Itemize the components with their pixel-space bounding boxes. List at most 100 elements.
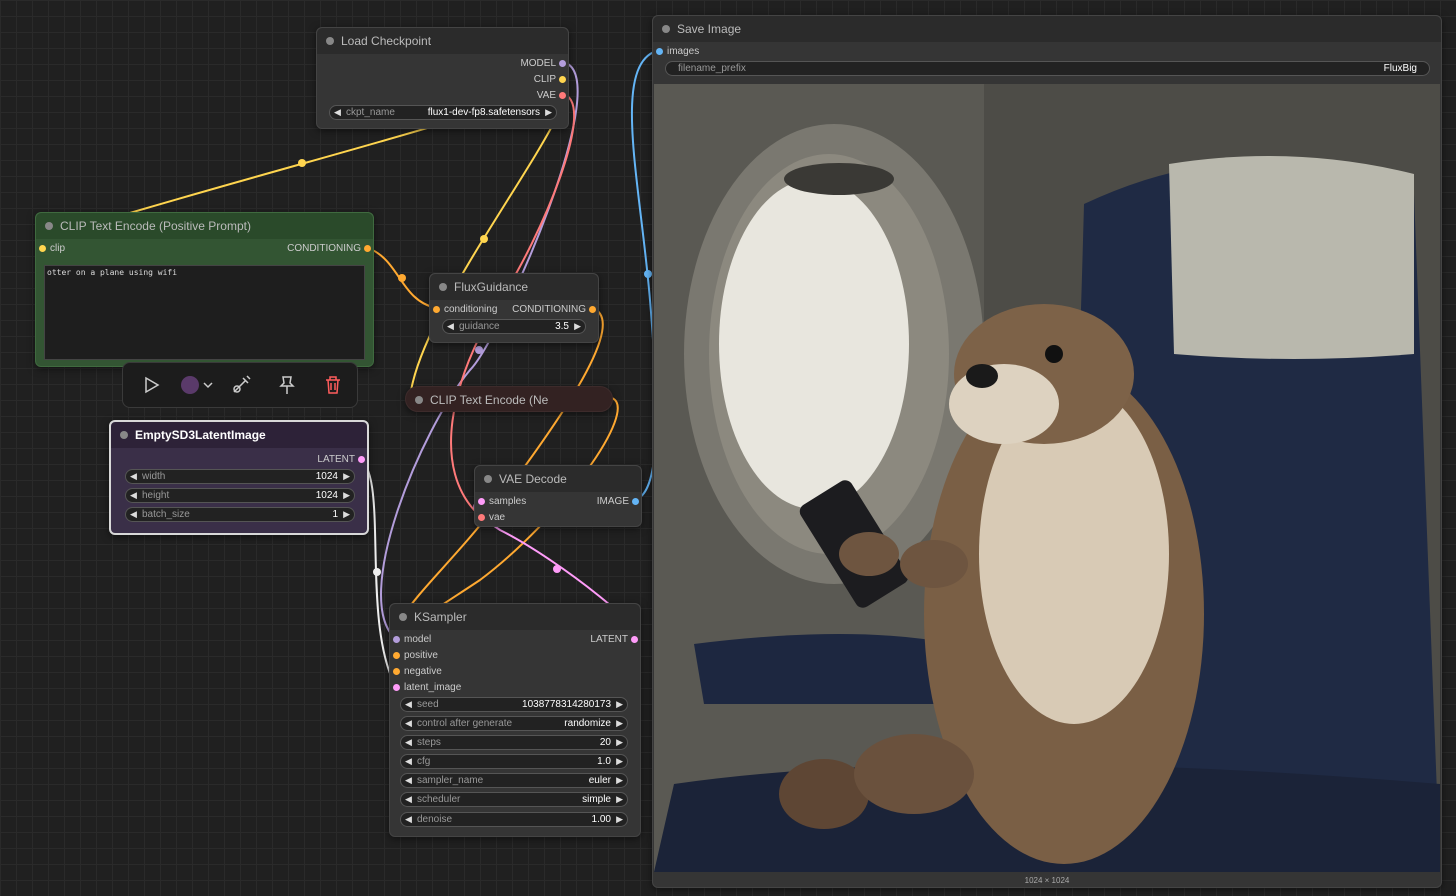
seed-widget[interactable]: ◀ seed 1038778314280173 ▶ [400,697,628,712]
color-picker-button[interactable] [181,376,199,394]
ckpt-name-combo[interactable]: ◀ ckpt_name flux1-dev-fp8.safetensors ▶ [329,105,557,120]
save-image-title: Save Image [677,22,742,36]
positive-slot-icon[interactable] [393,652,400,659]
steps-widget[interactable]: ◀ steps 20 ▶ [400,735,628,750]
scheduler-widget[interactable]: ◀ scheduler simple ▶ [400,792,628,807]
arrow-left-icon[interactable]: ◀ [405,718,412,729]
collapse-dot-icon[interactable] [45,222,53,230]
arrow-right-icon[interactable]: ▶ [616,718,623,729]
empty-latent-title: EmptySD3LatentImage [135,428,266,442]
image-slot-icon[interactable] [632,498,639,505]
output-image-preview[interactable] [654,84,1440,872]
arrow-right-icon[interactable]: ▶ [616,737,623,748]
node-title[interactable]: VAE Decode [475,466,641,492]
width-widget[interactable]: ◀ width 1024 ▶ [125,469,355,484]
flux-guidance-node[interactable]: FluxGuidance conditioning CONDITIONING ◀… [429,273,599,343]
collapse-dot-icon[interactable] [439,283,447,291]
node-title[interactable]: KSampler [390,604,640,630]
guidance-number-widget[interactable]: ◀ guidance 3.5 ▶ [442,319,586,334]
node-title[interactable]: CLIP Text Encode (Positive Prompt) [36,213,373,239]
widget-value: 1024 [315,471,338,482]
widget-value: 1024 [315,490,338,501]
conditioning-slot-icon[interactable] [364,245,371,252]
prompt-textarea[interactable]: otter on a plane using wifi [44,265,365,360]
bypass-wand-icon[interactable] [229,373,253,397]
arrow-left-icon[interactable]: ◀ [405,699,412,710]
arrow-left-icon[interactable]: ◀ [405,775,412,786]
conditioning-output-slot-icon[interactable] [589,306,596,313]
vae-slot-icon[interactable] [559,92,566,99]
ksampler-node[interactable]: KSampler model LATENT positive negative … [389,603,641,837]
collapse-dot-icon[interactable] [662,25,670,33]
height-widget[interactable]: ◀ height 1024 ▶ [125,488,355,503]
arrow-left-icon[interactable]: ◀ [405,756,412,767]
latent-image-slot-icon[interactable] [393,684,400,691]
samples-slot-icon[interactable] [478,498,485,505]
widget-label: width [142,471,166,482]
arrow-left-icon[interactable]: ◀ [130,490,137,501]
output-label-latent: LATENT [317,454,355,465]
vae-input-slot-icon[interactable] [478,514,485,521]
clip-negative-node[interactable]: CLIP Text Encode (Ne [405,386,613,412]
control-after-generate-widget[interactable]: ◀ control after generate randomize ▶ [400,716,628,731]
model-slot-icon[interactable] [559,60,566,67]
arrow-right-icon[interactable]: ▶ [616,699,623,710]
arrow-left-icon[interactable]: ◀ [405,814,412,825]
arrow-right-icon[interactable]: ▶ [616,814,623,825]
arrow-left-icon[interactable]: ◀ [334,107,341,118]
model-input-slot-icon[interactable] [393,636,400,643]
node-title[interactable]: CLIP Text Encode (Ne [406,387,612,413]
collapse-dot-icon[interactable] [326,37,334,45]
denoise-widget[interactable]: ◀ denoise 1.00 ▶ [400,812,628,827]
clip-io-row: clip CONDITIONING [36,241,373,257]
empty-latent-node[interactable]: EmptySD3LatentImage LATENT ◀ width 1024 … [109,420,369,535]
widget-label: batch_size [142,509,190,520]
arrow-left-icon[interactable]: ◀ [130,471,137,482]
arrow-right-icon[interactable]: ▶ [343,471,350,482]
arrow-right-icon[interactable]: ▶ [616,756,623,767]
latent-slot-icon[interactable] [358,456,365,463]
negative-slot-icon[interactable] [393,668,400,675]
node-title[interactable]: FluxGuidance [430,274,598,300]
chevron-down-icon[interactable] [201,373,215,397]
node-title[interactable]: Save Image [653,16,1441,42]
arrow-right-icon[interactable]: ▶ [616,794,623,805]
arrow-left-icon[interactable]: ◀ [447,321,454,332]
widget-value: 1.00 [591,814,611,825]
collapse-dot-icon[interactable] [120,431,128,439]
arrow-left-icon[interactable]: ◀ [405,794,412,805]
images-slot-icon[interactable] [656,48,663,55]
prompt-text: otter on a plane using wifi [47,268,178,277]
vae-decode-node[interactable]: VAE Decode samples IMAGE vae [474,465,642,527]
clip-input-slot-icon[interactable] [39,245,46,252]
widget-value: simple [582,794,611,805]
filename-prefix-widget[interactable]: filename_prefix FluxBig [665,61,1430,76]
arrow-left-icon[interactable]: ◀ [130,509,137,520]
selection-toolbar [122,362,358,408]
sampler-name-widget[interactable]: ◀ sampler_name euler ▶ [400,773,628,788]
arrow-right-icon[interactable]: ▶ [616,775,623,786]
clip-slot-icon[interactable] [559,76,566,83]
clip-positive-node[interactable]: CLIP Text Encode (Positive Prompt) clip … [35,212,374,367]
arrow-right-icon[interactable]: ▶ [574,321,581,332]
arrow-right-icon[interactable]: ▶ [545,107,552,118]
node-title[interactable]: EmptySD3LatentImage [111,422,367,448]
arrow-right-icon[interactable]: ▶ [343,490,350,501]
batch-size-widget[interactable]: ◀ batch_size 1 ▶ [125,507,355,522]
trash-icon[interactable] [321,373,345,397]
node-title[interactable]: Load Checkpoint [317,28,568,54]
collapse-dot-icon[interactable] [415,396,423,404]
collapse-dot-icon[interactable] [399,613,407,621]
arrow-right-icon[interactable]: ▶ [343,509,350,520]
latent-output-slot-icon[interactable] [631,636,638,643]
output-label-conditioning: CONDITIONING [287,243,361,254]
collapse-dot-icon[interactable] [484,475,492,483]
play-icon[interactable] [139,373,163,397]
pin-icon[interactable] [275,373,299,397]
arrow-left-icon[interactable]: ◀ [405,737,412,748]
load-checkpoint-node[interactable]: Load Checkpoint MODEL CLIP VAE ◀ ckpt_na… [316,27,569,129]
positive-input-row: positive [390,648,640,664]
save-image-node[interactable]: Save Image images filename_prefix FluxBi… [652,15,1442,888]
cfg-widget[interactable]: ◀ cfg 1.0 ▶ [400,754,628,769]
conditioning-input-slot-icon[interactable] [433,306,440,313]
